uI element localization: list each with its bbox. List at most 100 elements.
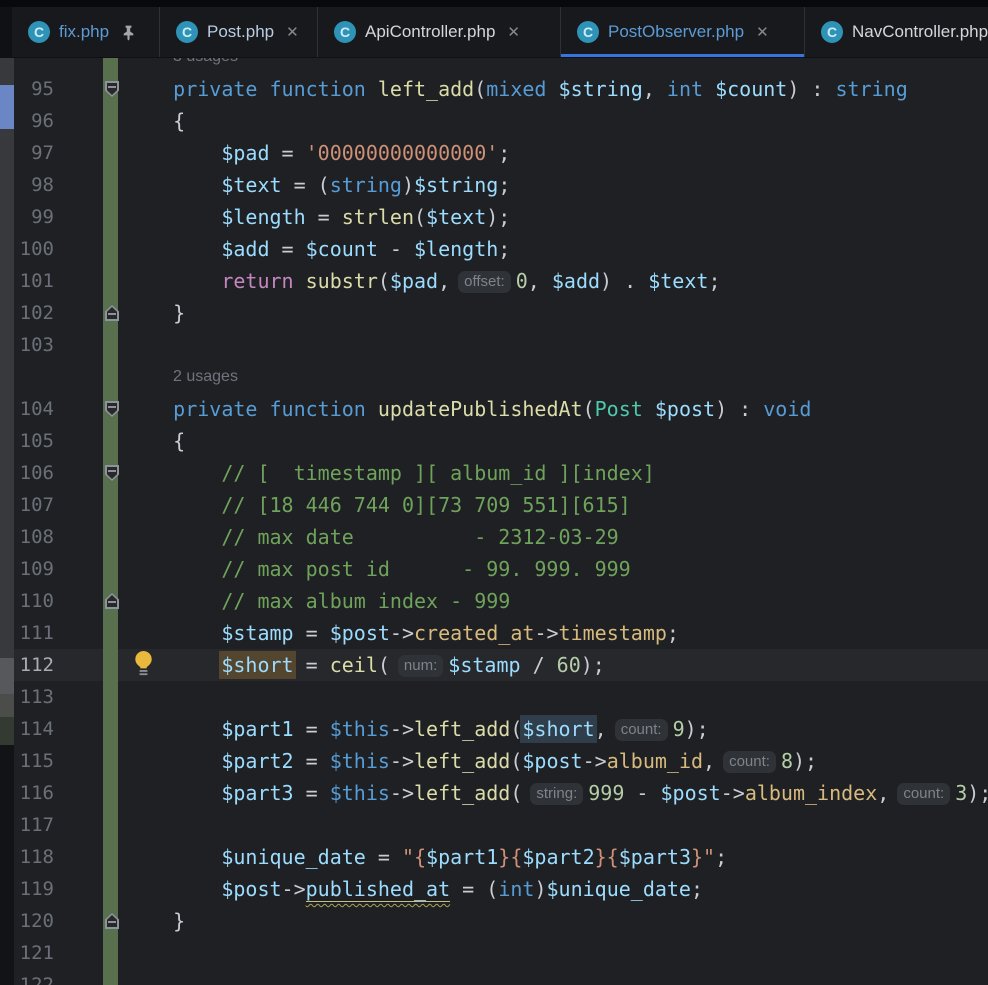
line-number: 111 bbox=[19, 622, 54, 644]
code-line-119[interactable]: 119 $post->published_at = (int)$unique_d… bbox=[14, 873, 988, 905]
line-number: 98 bbox=[31, 174, 54, 196]
inlay-hint: string: bbox=[530, 783, 584, 805]
code-line-99[interactable]: 99 $length = strlen($text); bbox=[14, 201, 988, 233]
code-line-108[interactable]: 108 // max date - 2312-03-29 bbox=[14, 521, 988, 553]
scrollbar-mark bbox=[0, 694, 14, 717]
code-line-103[interactable]: 103 bbox=[14, 329, 988, 361]
tab-close-icon[interactable]: ✕ bbox=[507, 23, 520, 41]
code-line-118[interactable]: 118 $unique_date = "{$part1}{$part2}{$pa… bbox=[14, 841, 988, 873]
inlay-hint: count: bbox=[614, 719, 668, 741]
php-class-icon: C bbox=[577, 21, 599, 43]
code-line-109[interactable]: 109 // max post id - 99. 999. 999 bbox=[14, 553, 988, 585]
code-text: $part3 = $this->left_add(string: 999 - $p… bbox=[221, 781, 988, 805]
code-text: } bbox=[125, 909, 186, 933]
code-text: $pad = '00000000000000'; bbox=[221, 141, 511, 165]
code-line-105[interactable]: 105 { bbox=[14, 425, 988, 457]
code-text: $part2 = $this->left_add($post->album_id… bbox=[221, 749, 818, 773]
code-line-106[interactable]: 106 // [ timestamp ][ album_id ][index] bbox=[14, 457, 988, 489]
line-number: 113 bbox=[19, 686, 54, 708]
tab-ApiController.php[interactable]: C ApiController.php ✕ bbox=[318, 7, 561, 57]
intention-lightbulb-icon[interactable] bbox=[133, 650, 154, 681]
code-text: $text = (string)$string; bbox=[221, 173, 511, 197]
code-line-100[interactable]: 100 $add = $count - $length; bbox=[14, 233, 988, 265]
code-line-97[interactable]: 97 $pad = '00000000000000'; bbox=[14, 137, 988, 169]
usages-hint[interactable]: 2 usages bbox=[173, 361, 238, 393]
code-text: // max date - 2312-03-29 bbox=[125, 525, 619, 549]
line-number: 101 bbox=[19, 270, 54, 292]
line-number: 120 bbox=[19, 910, 54, 932]
scrollbar-mark bbox=[0, 85, 14, 129]
code-line-115[interactable]: 115 $part2 = $this->left_add($post->albu… bbox=[14, 745, 988, 777]
code-text: { bbox=[125, 429, 186, 453]
code-text: $part1 = $this->left_add($short, count: 9)… bbox=[221, 717, 709, 741]
tab-bar-leading-spacer bbox=[0, 7, 12, 57]
code-line-98[interactable]: 98 $text = (string)$string; bbox=[14, 169, 988, 201]
window-top-edge bbox=[0, 0, 988, 7]
phpstorm-editor-window: Cfix.php C Post.php ✕ C ApiController.php ✕ C Po… bbox=[0, 0, 988, 985]
line-number: 100 bbox=[19, 238, 54, 260]
line-number: 105 bbox=[19, 430, 54, 452]
code-line-114[interactable]: 114 $part1 = $this->left_add($short, coun… bbox=[14, 713, 988, 745]
code-line-117[interactable]: 117 bbox=[14, 809, 988, 841]
line-number: 106 bbox=[19, 462, 54, 484]
line-number: 122 bbox=[19, 974, 54, 985]
code-line-112[interactable]: 112 $short = ceil(num: $stamp / 60); bbox=[14, 649, 988, 681]
code-line-122[interactable]: 122 bbox=[14, 969, 988, 985]
tab-PostObserver.php[interactable]: C PostObserver.php ✕ bbox=[561, 7, 805, 57]
code-text: $stamp = $post->created_at->timestamp; bbox=[221, 621, 679, 645]
line-number: 97 bbox=[31, 142, 54, 164]
inlay-hint: num: bbox=[397, 655, 444, 677]
code-text: } bbox=[125, 301, 186, 325]
tab-close-icon[interactable]: ✕ bbox=[286, 23, 299, 41]
code-text: $unique_date = "{$part1}{$part2}{$part3}… bbox=[221, 845, 728, 869]
line-number: 96 bbox=[31, 110, 54, 132]
code-line-101[interactable]: 101 return substr($pad, offset: 0, $add) .… bbox=[14, 265, 988, 297]
code-line-104[interactable]: 104 private function updatePublishedAt(P… bbox=[14, 393, 988, 425]
code-text: { bbox=[125, 109, 186, 133]
code-text: // [ timestamp ][ album_id ][index] bbox=[125, 461, 655, 485]
code-text: // [18 446 744 0][73 709 551][615] bbox=[125, 493, 631, 517]
tab-label: NavController.php bbox=[852, 22, 988, 41]
code-line-96[interactable]: 96 { bbox=[14, 105, 988, 137]
tab-label: PostObserver.php bbox=[608, 22, 745, 41]
inlay-hint: offset: bbox=[458, 271, 511, 293]
line-number: 112 bbox=[19, 654, 54, 676]
vcs-change-strip bbox=[103, 57, 118, 985]
tab-Post.php[interactable]: C Post.php ✕ bbox=[160, 7, 318, 57]
code-line-113[interactable]: 113 bbox=[14, 681, 988, 713]
line-number: 121 bbox=[19, 942, 54, 964]
code-line-2 usages[interactable]: 2 usages bbox=[14, 361, 988, 393]
code-text: $post->published_at = (int)$unique_date; bbox=[221, 877, 704, 902]
code-line-116[interactable]: 116 $part3 = $this->left_add(string: 999 … bbox=[14, 777, 988, 809]
left-mini-scrollbar[interactable] bbox=[0, 57, 14, 985]
line-number: 114 bbox=[19, 718, 54, 740]
code-line-120[interactable]: 120 } bbox=[14, 905, 988, 937]
tab-label: ApiController.php bbox=[365, 22, 496, 41]
tab-fix.php[interactable]: Cfix.php bbox=[12, 7, 160, 57]
code-line-107[interactable]: 107 // [18 446 744 0][73 709 551][615] bbox=[14, 489, 988, 521]
tab-NavController.php[interactable]: C NavController.php bbox=[805, 7, 988, 57]
scrollbar-mark bbox=[0, 745, 14, 985]
php-class-icon: C bbox=[334, 21, 356, 43]
line-number: 109 bbox=[19, 558, 54, 580]
line-number: 118 bbox=[19, 846, 54, 868]
code-line-110[interactable]: 110 // max album index - 999 bbox=[14, 585, 988, 617]
code-line-111[interactable]: 111 $stamp = $post->created_at->timestam… bbox=[14, 617, 988, 649]
code-text: // max album index - 999 bbox=[125, 589, 511, 613]
line-number: 110 bbox=[19, 590, 54, 612]
php-class-icon: C bbox=[821, 21, 843, 43]
code-line-121[interactable]: 121 bbox=[14, 937, 988, 969]
php-class-icon: C bbox=[28, 21, 50, 43]
code-text: return substr($pad, offset: 0, $add) . $te… bbox=[221, 269, 721, 293]
tab-close-icon[interactable]: ✕ bbox=[756, 23, 769, 41]
line-number: 95 bbox=[31, 78, 54, 100]
line-number: 115 bbox=[19, 750, 54, 772]
inlay-hint: count: bbox=[897, 783, 951, 805]
code-line-95[interactable]: 95 private function left_add(mixed $stri… bbox=[14, 73, 988, 105]
editor-tab-bar: Cfix.php C Post.php ✕ C ApiController.php ✕ C Po… bbox=[0, 7, 988, 58]
code-line-102[interactable]: 102 } bbox=[14, 297, 988, 329]
line-number: 102 bbox=[19, 302, 54, 324]
line-number: 104 bbox=[19, 398, 54, 420]
php-class-icon: C bbox=[176, 21, 198, 43]
tab-label: fix.php bbox=[59, 22, 110, 41]
